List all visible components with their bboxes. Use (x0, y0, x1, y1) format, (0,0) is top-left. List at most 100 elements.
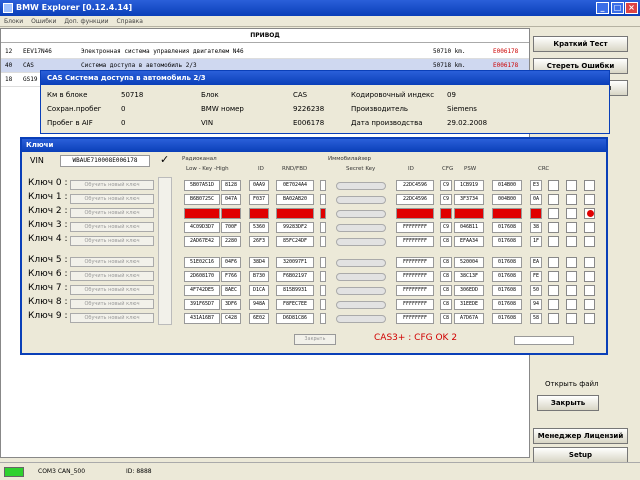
key-select-checkbox[interactable] (566, 285, 577, 296)
bracket-panel (158, 177, 172, 325)
key-status-checkbox[interactable] (584, 180, 595, 191)
key-edit-checkbox[interactable] (548, 236, 559, 247)
key-edit-checkbox[interactable] (548, 194, 559, 205)
key-id3: 017608 (492, 257, 522, 268)
key-status-checkbox[interactable] (584, 285, 595, 296)
key-edit-checkbox[interactable] (548, 299, 559, 310)
key-select-checkbox[interactable] (566, 222, 577, 233)
learn-key-button[interactable]: Обучить новый ключ (70, 285, 154, 295)
close-keys-button[interactable]: Закрыть (294, 334, 336, 345)
menu-item[interactable]: Справка (116, 18, 142, 25)
key-select-checkbox[interactable] (566, 236, 577, 247)
license-manager-button[interactable]: Менеджер Лицензий (533, 428, 628, 444)
window-title: BMW Explorer [0.12.4.14] (16, 3, 133, 12)
radio-header: Радиоканал (182, 156, 217, 162)
key-rnd: F6B02197 (276, 271, 314, 282)
key-cfg: C8 (440, 313, 452, 324)
key-edit-checkbox[interactable] (548, 208, 559, 219)
close-icon[interactable]: × (625, 2, 638, 14)
cas-window-title: CAS Система доступа в автомобиль 2/3 (41, 71, 609, 85)
open-file-label[interactable]: Открыть файл (545, 380, 599, 388)
immo-slot (336, 196, 386, 204)
learn-key-button[interactable]: Обучить новый ключ (70, 313, 154, 323)
key-select-checkbox[interactable] (566, 299, 577, 310)
key-edit-checkbox[interactable] (548, 180, 559, 191)
key-mid: 8AEC (221, 285, 241, 296)
key-status-checkbox[interactable] (584, 222, 595, 233)
field-value: 0 (121, 119, 126, 127)
key-cfg: C9 (440, 180, 452, 191)
table-row[interactable]: 12 EEV17N46 Электронная система управлен… (1, 45, 529, 59)
key-edit-checkbox[interactable] (548, 257, 559, 268)
setup-button[interactable]: Setup (533, 447, 628, 463)
key-label: Ключ 0 : (28, 178, 68, 188)
key-select-checkbox[interactable] (566, 208, 577, 219)
key-label: Ключ 2 : (28, 206, 68, 216)
menu-item[interactable]: Блоки (4, 18, 23, 25)
learn-key-button[interactable]: Обучить новый ключ (70, 194, 154, 204)
key-edit-checkbox[interactable] (548, 285, 559, 296)
key-edit-checkbox[interactable] (548, 222, 559, 233)
key-low: 431A16B7 (184, 313, 220, 324)
key-id: D1CA (249, 285, 269, 296)
key-status-checkbox[interactable] (584, 257, 595, 268)
maximize-icon[interactable]: □ (611, 2, 624, 14)
key-mid: 047A (221, 194, 241, 205)
key-select-checkbox[interactable] (566, 257, 577, 268)
key-crc: 1F (530, 236, 542, 247)
key-select-checkbox[interactable] (566, 313, 577, 324)
vin-field[interactable]: WBAUE710008E006178 (60, 155, 150, 167)
immo-slot (336, 182, 386, 190)
key-id: 0AA9 (249, 180, 269, 191)
immo-slot (336, 259, 386, 267)
learn-key-button[interactable]: Обучить новый ключ (70, 208, 154, 218)
psw-header: PSW (464, 166, 477, 172)
key-select-checkbox[interactable] (566, 194, 577, 205)
key-label: Ключ 8 : (28, 297, 68, 307)
learn-key-button[interactable]: Обучить новый ключ (70, 180, 154, 190)
crc-header: CRC (538, 166, 550, 172)
key-crc: E3 (530, 180, 542, 191)
key-id2: FFFFFFFF (396, 313, 434, 324)
key-select-checkbox[interactable] (566, 271, 577, 282)
key-low: 5B07A51D (184, 180, 220, 191)
key-low: 4C09D3D7 (184, 222, 220, 233)
key-cfg: C9 (440, 194, 452, 205)
learn-key-button[interactable]: Обучить новый ключ (70, 271, 154, 281)
menu-item[interactable]: Доп. функции (64, 18, 108, 25)
key-mid: 3DF6 (221, 299, 241, 310)
keys-window-title: Ключи (22, 139, 606, 152)
learn-key-button[interactable]: Обучить новый ключ (70, 299, 154, 309)
immo-slot (336, 315, 386, 323)
key-edit-checkbox[interactable] (548, 271, 559, 282)
key-status-checkbox[interactable] (584, 313, 595, 324)
key-crc: EA (530, 257, 542, 268)
app-logo-icon (3, 3, 13, 13)
learn-key-button[interactable]: Обучить новый ключ (70, 222, 154, 232)
key-rnd: 0E7024A4 (276, 180, 314, 191)
key-mid (221, 208, 241, 219)
status-bar: COM3 CAN_500 ID: 8888 (0, 462, 640, 480)
key-label: Ключ 4 : (28, 234, 68, 244)
menu-item[interactable]: Ошибки (31, 18, 56, 25)
key-flag (320, 180, 326, 191)
key-psw: 31EEDE (454, 299, 484, 310)
key-id3: 017608 (492, 271, 522, 282)
learn-key-button[interactable]: Обучить новый ключ (70, 236, 154, 246)
close-button[interactable]: Закрыть (537, 395, 599, 411)
key-status-checkbox[interactable] (584, 271, 595, 282)
row-num: 40 (5, 62, 13, 69)
key-select-checkbox[interactable] (566, 180, 577, 191)
vin-label: VIN (30, 156, 44, 165)
quick-test-button[interactable]: Краткий Тест (533, 36, 628, 52)
key-status-checkbox[interactable] (584, 236, 595, 247)
key-mid: 2280 (221, 236, 241, 247)
key-id3: 017608 (492, 236, 522, 247)
minimize-icon[interactable]: _ (596, 2, 609, 14)
learn-key-button[interactable]: Обучить новый ключ (70, 257, 154, 267)
key-edit-checkbox[interactable] (548, 313, 559, 324)
key-status-checkbox[interactable] (584, 194, 595, 205)
field-label: Блок (201, 91, 219, 99)
key-status-checkbox[interactable] (584, 299, 595, 310)
key-id3: 004B00 (492, 194, 522, 205)
